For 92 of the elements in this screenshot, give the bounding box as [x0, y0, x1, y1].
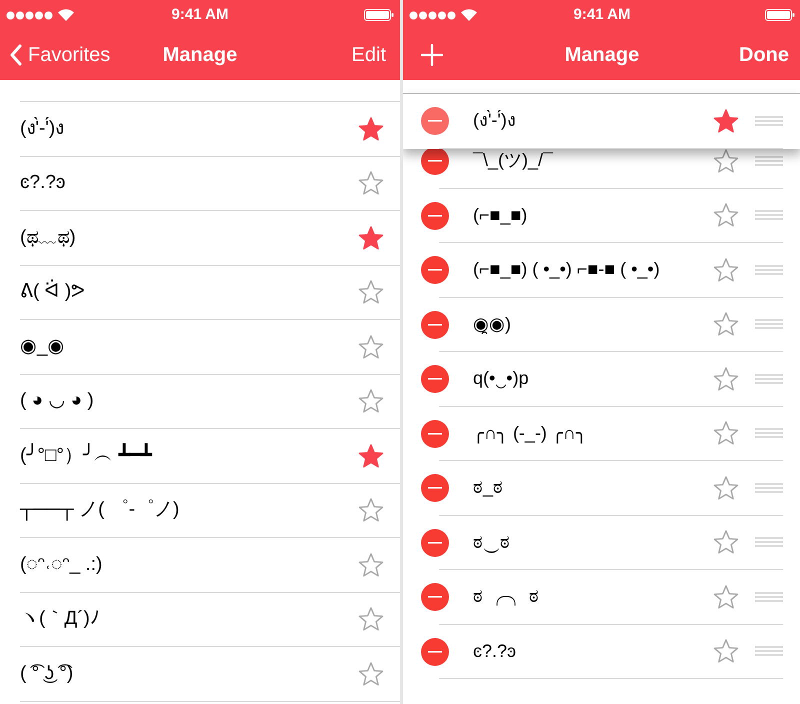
star-outline-icon[interactable]	[358, 552, 384, 578]
nav-title: Manage	[162, 43, 238, 68]
reorder-icon[interactable]	[755, 646, 783, 656]
star-outline-icon[interactable]	[358, 170, 384, 196]
minus-icon	[428, 650, 442, 653]
star-outline-icon[interactable]	[713, 202, 739, 228]
emoticon-text: (╯°□°）╯︵ ┻━┻	[20, 442, 152, 468]
emoticon-text: (ಥ﹏ಥ)	[20, 226, 76, 250]
emoticon-text: ◉_◉	[20, 334, 65, 358]
star-outline-icon[interactable]	[713, 529, 739, 556]
emoticon-text: ಠ‿ಠ	[473, 530, 510, 555]
add-icon[interactable]	[421, 44, 443, 66]
delete-button[interactable]	[421, 420, 449, 448]
emoticon-text: q(•‿•)p	[473, 367, 529, 390]
star-outline-icon[interactable]	[358, 660, 384, 687]
emoticon-text: ಠ_ಠ	[473, 476, 504, 500]
back-button[interactable]: Favorites	[10, 40, 110, 70]
star-outline-icon[interactable]	[713, 148, 739, 174]
emoticon-text: ¯\_(ツ)_/¯	[473, 149, 553, 172]
delete-button[interactable]	[421, 638, 449, 666]
delete-button[interactable]	[421, 474, 449, 502]
delete-button[interactable]	[421, 365, 449, 394]
nav-title: Manage	[564, 43, 640, 68]
star-outline-icon[interactable]	[358, 279, 384, 306]
star-outline-icon[interactable]	[713, 256, 739, 283]
signal-icon	[6, 10, 54, 20]
minus-icon	[428, 269, 442, 272]
delete-button[interactable]	[421, 528, 449, 557]
signal-icon	[409, 10, 457, 20]
minus-icon	[428, 214, 442, 217]
emoticon-text: ◉̯◉)	[473, 312, 511, 336]
delete-button[interactable]	[421, 147, 449, 176]
delete-button[interactable]	[421, 256, 449, 284]
minus-icon	[428, 120, 442, 122]
emoticon-text: ╭∩╮ (-_-) ╭∩╮	[473, 422, 587, 446]
emoticon-text: ヽ(｀Д´)ﾉ	[20, 607, 100, 631]
emoticon-text: (ง'̀-'́)ง	[20, 116, 64, 140]
reorder-icon[interactable]	[755, 264, 783, 275]
back-chevron-icon	[10, 44, 22, 66]
status-time: 9:41 AM	[574, 4, 630, 25]
emoticon-text: (◌ᵔ˓◌ᵔ_ .:)	[20, 552, 102, 576]
star-outline-icon[interactable]	[713, 420, 739, 446]
star-outline-icon[interactable]	[713, 366, 739, 392]
emoticon-text: ᕕ( ᐛ )ᕗ	[20, 278, 86, 304]
reorder-icon[interactable]	[755, 482, 783, 493]
reorder-icon[interactable]	[755, 374, 783, 384]
wifi-icon	[58, 9, 74, 21]
minus-icon	[428, 542, 442, 544]
star-outline-icon[interactable]	[713, 474, 739, 501]
minus-icon	[428, 378, 442, 380]
emoticon-text: ͼ?.?ͽ	[473, 640, 516, 663]
minus-icon	[428, 324, 442, 326]
filled-star-icon[interactable]	[358, 116, 384, 142]
emoticon-text: ┬──┬ ノ( ゜-゜ノ)	[20, 498, 180, 523]
delete-button[interactable]	[421, 202, 449, 230]
delete-button[interactable]	[421, 107, 449, 136]
emoticon-text: (ง'̀-'́)ง	[473, 109, 516, 132]
emoticon-text: ಠ ╭╮ ಠ	[473, 585, 540, 608]
filled-star-icon[interactable]	[713, 108, 739, 134]
emoticon-text: ( ͡° ͜ʖ ͡°)	[20, 662, 74, 686]
star-outline-icon[interactable]	[713, 311, 739, 338]
emoticon-text: (⌐■_■) ( •_•) ⌐■-■ ( •_•)	[473, 258, 660, 282]
star-outline-icon[interactable]	[358, 334, 384, 360]
minus-icon	[428, 160, 442, 162]
minus-icon	[428, 487, 442, 490]
battery-icon	[364, 9, 394, 21]
star-outline-icon[interactable]	[358, 497, 384, 524]
emoticon-text: (⌐■_■)	[473, 204, 528, 227]
star-outline-icon[interactable]	[358, 606, 384, 632]
reorder-icon[interactable]	[755, 319, 783, 330]
emoticon-text: ͼ?.?ͽ	[20, 171, 66, 195]
reorder-icon[interactable]	[755, 592, 783, 602]
delete-button[interactable]	[421, 583, 449, 612]
reorder-icon[interactable]	[755, 210, 783, 220]
star-outline-icon[interactable]	[713, 584, 739, 610]
status-time: 9:41 AM	[172, 4, 228, 25]
filled-star-icon[interactable]	[358, 442, 384, 469]
wifi-icon	[461, 9, 477, 21]
reorder-icon[interactable]	[755, 537, 783, 548]
reorder-icon[interactable]	[755, 428, 783, 438]
battery-icon	[765, 9, 795, 21]
minus-icon	[428, 432, 442, 435]
delete-button[interactable]	[421, 310, 449, 339]
star-outline-icon[interactable]	[713, 638, 739, 664]
star-outline-icon[interactable]	[358, 388, 384, 414]
emoticon-text: ( ◕ ◡ ◕ )	[20, 389, 94, 413]
done-button[interactable]: Done	[739, 40, 789, 70]
minus-icon	[428, 596, 442, 598]
edit-button[interactable]: Edit	[352, 40, 390, 70]
reorder-icon[interactable]	[755, 116, 783, 126]
reorder-icon[interactable]	[755, 156, 783, 166]
filled-star-icon[interactable]	[358, 224, 384, 251]
